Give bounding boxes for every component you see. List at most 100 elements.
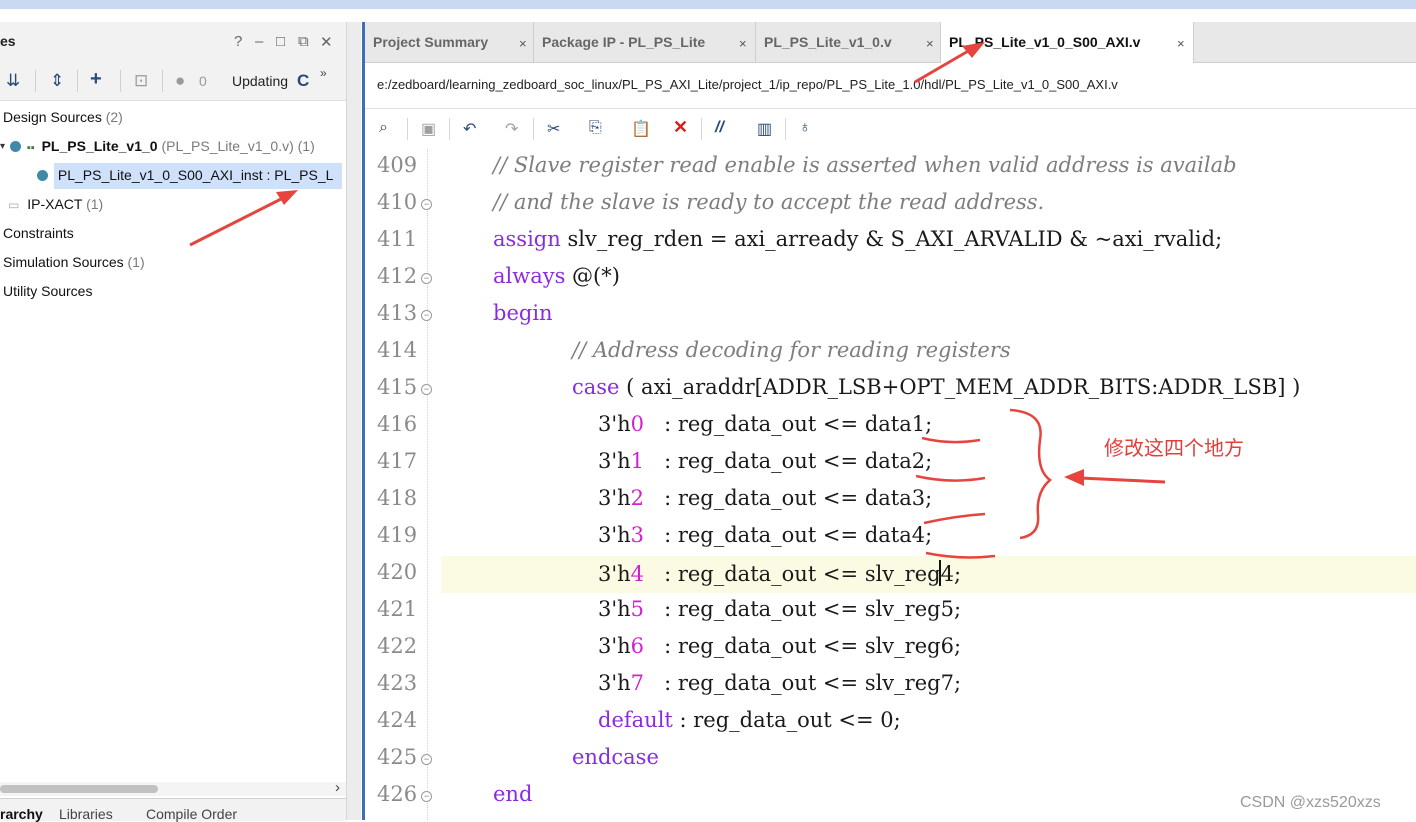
line-number: 416 <box>377 412 418 436</box>
float-icon[interactable]: ⧉ <box>298 33 309 50</box>
tree-detail: (PL_PS_Lite_v1_0.v) (1) <box>161 138 315 154</box>
tree-item-top-module[interactable]: ▪▪ PL_PS_Lite_v1_0 (PL_PS_Lite_v1_0.v) (… <box>10 138 315 162</box>
tab-project-summary[interactable]: Project Summary × <box>365 22 534 62</box>
file-path: e:/zedboard/learning_zedboard_soc_linux/… <box>377 77 1118 92</box>
code-line: 414 // Address decoding for reading regi… <box>365 334 1416 371</box>
copy-icon[interactable]: ⎘ <box>589 119 602 137</box>
tree-item-design-sources[interactable]: Design Sources (2) <box>0 109 123 133</box>
code-text: assign slv_reg_rden = axi_arready & S_AX… <box>493 227 1222 251</box>
fold-icon[interactable]: − <box>421 273 432 284</box>
code-line: 425 − endcase <box>365 741 1416 778</box>
code-text: 4; <box>940 562 962 586</box>
tree-count: (1) <box>127 254 145 270</box>
refresh-icon[interactable]: C <box>297 71 309 91</box>
tab-pl-ps-lite-s00-axi[interactable]: PL_PS_Lite_v1_0_S00_AXI.v × <box>941 22 1194 63</box>
sources-panel: es ? – □ ⧉ ✕ ⇊ ⇕ + ⊡ ● 0 Updating C » De… <box>0 22 347 822</box>
tree-item-instance[interactable]: PL_PS_Lite_v1_0_S00_AXI_inst : PL_PS_L <box>37 167 333 191</box>
paste-icon[interactable]: 📋 <box>631 119 651 139</box>
line-number: 409 <box>377 153 418 177</box>
code-text: 3'h <box>598 562 631 586</box>
delete-icon[interactable]: ✕ <box>673 117 688 138</box>
tree-label: Constraints <box>3 225 74 241</box>
line-number: 415 <box>377 375 418 399</box>
line-number: 424 <box>377 708 418 732</box>
close-icon[interactable]: ✕ <box>320 33 333 51</box>
horizontal-scrollbar[interactable]: › <box>0 779 346 796</box>
cut-icon[interactable]: ✂ <box>547 119 560 139</box>
fold-icon[interactable]: − <box>421 754 432 765</box>
toolbar-divider <box>701 118 702 140</box>
properties-icon[interactable]: ⊡ <box>134 71 148 91</box>
minimize-icon[interactable]: – <box>255 33 263 50</box>
add-sources-icon[interactable]: + <box>90 68 102 91</box>
case-number: 0 <box>630 412 645 436</box>
code-text: : reg_data_out <= <box>644 523 865 547</box>
tab-pl-ps-lite-v1-0[interactable]: PL_PS_Lite_v1_0.v × <box>756 22 941 62</box>
code-keyword: default <box>598 708 673 732</box>
line-number: 417 <box>377 449 418 473</box>
editor-toolbar: ⌕ ▣ ↶ ↷ ✂ ⎘ 📋 ✕ // ▥ ♁ <box>365 108 1416 150</box>
fold-icon[interactable]: − <box>421 384 432 395</box>
line-number: 419 <box>377 523 418 547</box>
code-comment: // Address decoding for reading register… <box>572 338 1011 362</box>
collapse-all-icon[interactable]: ⇊ <box>6 71 20 91</box>
close-tab-icon[interactable]: × <box>926 36 934 51</box>
tree-item-constraints[interactable]: Constraints <box>3 225 74 249</box>
case-number: 7 <box>630 671 645 695</box>
tree-label: PL_PS_Lite_v1_0 <box>41 138 158 154</box>
code-keyword: endcase <box>572 745 659 769</box>
fold-icon[interactable]: − <box>421 199 432 210</box>
case-item: 3'h1 : reg_data_out <= data2; <box>598 449 932 473</box>
close-tab-icon[interactable]: × <box>1177 36 1185 51</box>
tab-label: PL_PS_Lite_v1_0_S00_AXI.v <box>949 34 1141 50</box>
code-text: : reg_data_out <= 0; <box>672 708 901 732</box>
code-text: : reg_data_out <= <box>644 562 865 586</box>
tree-item-simulation-sources[interactable]: Simulation Sources (1) <box>3 254 145 278</box>
case-number: 6 <box>630 634 645 658</box>
fold-icon[interactable]: − <box>421 310 432 321</box>
annotation-label: 修改这四个地方 <box>1104 438 1244 460</box>
redo-icon[interactable]: ↷ <box>505 119 518 139</box>
tab-package-ip[interactable]: Package IP - PL_PS_Lite × <box>534 22 756 62</box>
code-line: 418 3'h2 : reg_data_out <= data3; <box>365 482 1416 519</box>
tree-item-ip-xact[interactable]: ▭ IP-XACT (1) <box>8 196 103 220</box>
code-line: 423 3'h7 : reg_data_out <= slv_reg7; <box>365 667 1416 704</box>
code-text: : reg_data_out <= <box>644 412 865 436</box>
bulb-icon[interactable]: ♁ <box>799 119 811 137</box>
fold-icon[interactable]: − <box>421 791 432 802</box>
close-tab-icon[interactable]: × <box>739 36 747 51</box>
tree-label: Simulation Sources <box>3 254 124 270</box>
close-tab-icon[interactable]: × <box>519 36 527 51</box>
tree-label: PL_PS_Lite_v1_0_S00_AXI_inst : PL_PS_L <box>57 167 334 183</box>
code-comment: // Slave register read enable is asserte… <box>493 153 1237 177</box>
restore-icon[interactable]: □ <box>276 33 285 50</box>
line-number: 425 <box>377 745 418 769</box>
expand-all-icon[interactable]: ⇕ <box>50 71 64 91</box>
toolbar-divider <box>785 118 786 140</box>
code-text-area[interactable]: 409 // Slave register read enable is ass… <box>365 149 1416 820</box>
save-icon[interactable]: ▣ <box>421 119 436 139</box>
case-item: 3'h5 : reg_data_out <= slv_reg5; <box>598 597 961 621</box>
comment-icon[interactable]: // <box>715 119 724 137</box>
more-icon[interactable]: » <box>320 66 327 80</box>
toolbar-divider <box>407 118 408 140</box>
code-keyword: begin <box>493 301 553 325</box>
expand-arrow-icon[interactable]: ▾ <box>0 141 5 152</box>
updating-label: Updating <box>232 73 289 89</box>
code-line: 412 − always @(*) <box>365 260 1416 297</box>
case-item: 3'h7 : reg_data_out <= slv_reg7; <box>598 671 961 695</box>
code-text: data2; <box>864 449 933 473</box>
scrollbar-thumb[interactable] <box>0 785 158 793</box>
code-text: : reg_data_out <= <box>644 486 865 510</box>
code-text: : reg_data_out <= <box>644 449 865 473</box>
help-icon[interactable]: ? <box>234 33 242 50</box>
tree-item-utility-sources[interactable]: Utility Sources <box>3 283 92 307</box>
code-text: data4; <box>864 523 933 547</box>
case-number: 5 <box>630 597 645 621</box>
search-icon[interactable]: ⌕ <box>379 119 388 137</box>
undo-icon[interactable]: ↶ <box>463 119 476 139</box>
panel-splitter[interactable] <box>347 22 361 820</box>
code-line: 416 3'h0 : reg_data_out <= data1; <box>365 408 1416 445</box>
scroll-right-icon[interactable]: › <box>335 779 340 796</box>
columns-icon[interactable]: ▥ <box>757 119 772 139</box>
